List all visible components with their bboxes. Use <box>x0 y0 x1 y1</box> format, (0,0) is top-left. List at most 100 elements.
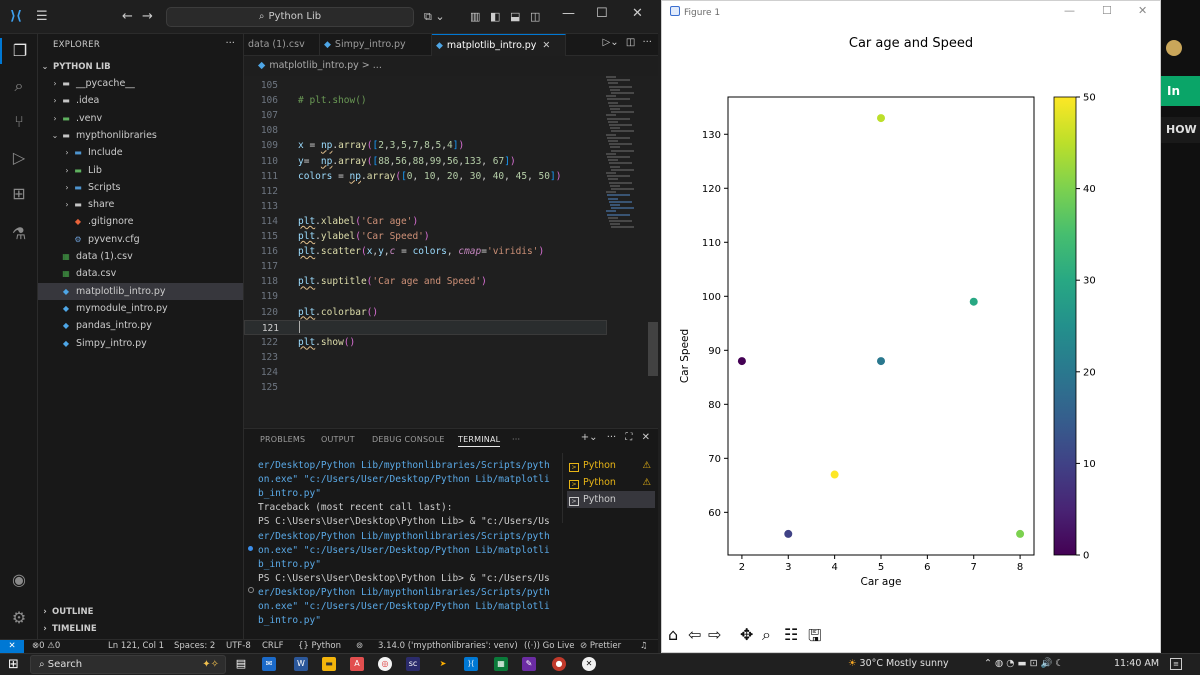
terminal-output[interactable]: er/Desktop/Python Lib/mypthonlibraries/S… <box>258 459 550 637</box>
maximize-icon[interactable]: ☐ <box>596 6 608 21</box>
tree-item[interactable]: ◆ mymodule_intro.py <box>38 300 243 317</box>
outline-section[interactable]: › OUTLINE <box>38 604 243 621</box>
new-terminal-icon[interactable]: +⌄ <box>581 432 598 443</box>
code-line[interactable]: 116 plt.scatter(x,y,c = colors, cmap='vir… <box>244 244 607 259</box>
maximize-icon[interactable]: ☐ <box>1102 4 1112 17</box>
toggle-primary-sidebar-icon[interactable]: ◧ <box>490 8 500 26</box>
search-view-icon[interactable]: ⌕ <box>0 76 38 96</box>
tree-item[interactable]: › ▬ .idea <box>38 92 243 109</box>
close-icon[interactable]: ✕ <box>632 6 643 21</box>
forward-icon[interactable]: ⇨ <box>708 625 721 644</box>
app-icon[interactable]: sc <box>406 657 420 671</box>
forward-arrow-icon[interactable]: → <box>142 8 153 26</box>
accounts-icon[interactable]: ◉ <box>0 570 38 589</box>
pan-icon[interactable]: ✥ <box>740 625 753 644</box>
taskbar-search[interactable]: ⌕ Search ✦✧ <box>30 655 226 674</box>
tree-item[interactable]: › ▬ Lib <box>38 162 243 179</box>
tree-item[interactable]: › ▬ Scripts <box>38 179 243 196</box>
tree-item[interactable]: › ▬ __pycache__ <box>38 75 243 92</box>
minimize-icon[interactable]: — <box>562 6 575 21</box>
minimap[interactable] <box>606 76 654 236</box>
system-tray-icons[interactable]: ⌃ ◍ ◔ ▬ ⊡ 🔊 ☾ <box>984 658 1064 669</box>
code-line[interactable]: 107 <box>244 108 607 123</box>
split-editor-icon[interactable]: ◫ <box>626 37 635 48</box>
python-figure-taskbar-icon[interactable]: ✕ <box>582 657 596 671</box>
clock[interactable]: 11:40 AM <box>1114 658 1159 669</box>
code-line[interactable]: 111 colors = np.array([0, 10, 20, 30, 40,… <box>244 169 607 184</box>
code-line[interactable]: 115 plt.ylabel('Car Speed') <box>244 229 607 244</box>
code-line[interactable]: 105 <box>244 78 607 93</box>
testing-icon[interactable]: ⚗ <box>0 224 38 243</box>
tree-item[interactable]: ▦ data.csv <box>38 265 243 282</box>
app-icon[interactable]: ➤ <box>436 657 450 671</box>
copilot-icon[interactable]: ⧉ ⌄ <box>424 8 445 26</box>
code-line[interactable]: 118 plt.suptitle('Car age and Speed') <box>244 274 607 289</box>
code-editor[interactable]: 105 106 # plt.show() 107 108 109 x = np.array(… <box>244 76 658 426</box>
home-icon[interactable]: ⌂ <box>668 625 678 644</box>
run-file-icon[interactable]: ▷⌄ <box>603 37 619 48</box>
zoom-icon[interactable]: ⌕ <box>762 625 771 645</box>
minimize-icon[interactable]: — <box>1064 4 1075 17</box>
code-line[interactable]: 125 <box>244 380 607 395</box>
chrome-icon[interactable]: ◎ <box>378 657 392 671</box>
python-interpreter[interactable]: 3.14.0 ('mypthonlibraries': venv) <box>378 640 518 653</box>
explorer-icon[interactable]: ❐ <box>0 38 38 64</box>
breadcrumb[interactable]: ◆ matplotlib_intro.py > ... <box>244 57 382 75</box>
more-actions-icon[interactable]: ··· <box>225 38 235 49</box>
line-ending[interactable]: CRLF <box>262 640 283 653</box>
tree-item[interactable]: › ▬ share <box>38 196 243 213</box>
tree-item[interactable]: ◆ matplotlib_intro.py <box>38 282 243 300</box>
file-explorer-icon[interactable]: ▬ <box>322 657 336 671</box>
tree-item[interactable]: ▦ data (1).csv <box>38 248 243 265</box>
copilot-status-icon[interactable]: ⊚ <box>356 640 363 653</box>
tree-item[interactable]: ◆ Simpy_intro.py <box>38 335 243 352</box>
app-icon[interactable]: ✎ <box>522 657 536 671</box>
extensions-icon[interactable]: ⊞ <box>0 184 38 203</box>
manage-gear-icon[interactable]: ⚙ <box>0 608 38 627</box>
tab-data-1-csv[interactable]: data (1).csv <box>244 34 320 56</box>
code-line[interactable]: 108 <box>244 123 607 138</box>
word-icon[interactable]: W <box>294 657 308 671</box>
task-view-icon[interactable]: ▤ <box>234 657 248 671</box>
tree-item[interactable]: ⌄ ▬ mypthonlibraries <box>38 127 243 144</box>
problems-status[interactable]: ⊗0 ⚠0 <box>32 640 60 653</box>
tree-item[interactable]: › ▬ Include <box>38 144 243 161</box>
source-control-icon[interactable]: ⑂ <box>0 112 38 131</box>
back-icon[interactable]: ⇦ <box>688 625 701 644</box>
code-line[interactable]: 112 <box>244 184 607 199</box>
tree-item[interactable]: ◆ pandas_intro.py <box>38 317 243 334</box>
mail-icon[interactable]: ✉ <box>262 657 276 671</box>
tab-matplotlib-intro[interactable]: ◆ matplotlib_intro.py ✕ <box>432 34 566 56</box>
notifications-icon[interactable]: ♫ <box>640 640 648 653</box>
more-actions-icon[interactable]: ··· <box>607 432 617 443</box>
vscode-taskbar-icon[interactable]: ⟩⟨ <box>464 657 478 671</box>
code-line[interactable]: 122 plt.show() <box>244 335 607 350</box>
weather-widget[interactable]: ☀ 30°C Mostly sunny <box>848 658 949 669</box>
app-icon[interactable]: ● <box>552 657 566 671</box>
toggle-secondary-sidebar-icon[interactable]: ◫ <box>530 8 540 26</box>
cursor-position[interactable]: Ln 121, Col 1 <box>108 640 164 653</box>
background-button[interactable]: In <box>1161 76 1200 106</box>
terminal-session-item[interactable]: > Python ⚠ <box>567 457 655 474</box>
go-live-button[interactable]: ((·)) Go Live <box>524 640 575 653</box>
remote-indicator-icon[interactable]: ✕ <box>0 640 24 653</box>
encoding[interactable]: UTF-8 <box>226 640 251 653</box>
code-line[interactable]: 119 <box>244 289 607 304</box>
language-mode[interactable]: {} Python <box>298 640 341 653</box>
code-line[interactable]: 121 <box>244 319 607 335</box>
code-line[interactable]: 124 <box>244 365 607 380</box>
save-figure-icon[interactable]: 🖫 <box>808 625 822 652</box>
terminal-session-item[interactable]: > Python <box>567 491 655 508</box>
maximize-panel-icon[interactable]: ⛶ <box>625 432 632 443</box>
tab-problems[interactable]: PROBLEMS <box>260 435 305 444</box>
timeline-section[interactable]: › TIMELINE <box>38 621 243 638</box>
root-folder[interactable]: ⌄ PYTHON LIB <box>38 58 243 75</box>
tree-item[interactable]: ⚙ pyvenv.cfg <box>38 231 243 248</box>
tab-close-icon[interactable]: ✕ <box>542 40 550 51</box>
more-actions-icon[interactable]: ··· <box>642 37 652 48</box>
tree-item[interactable]: ◆ .gitignore <box>38 213 243 230</box>
code-line[interactable]: 110 y= np.array([88,56,88,99,56,133, 67]) <box>244 154 607 169</box>
indentation[interactable]: Spaces: 2 <box>174 640 215 653</box>
customize-layout-icon[interactable]: ▥ <box>470 8 480 26</box>
tab-terminal[interactable]: TERMINAL <box>458 435 501 447</box>
